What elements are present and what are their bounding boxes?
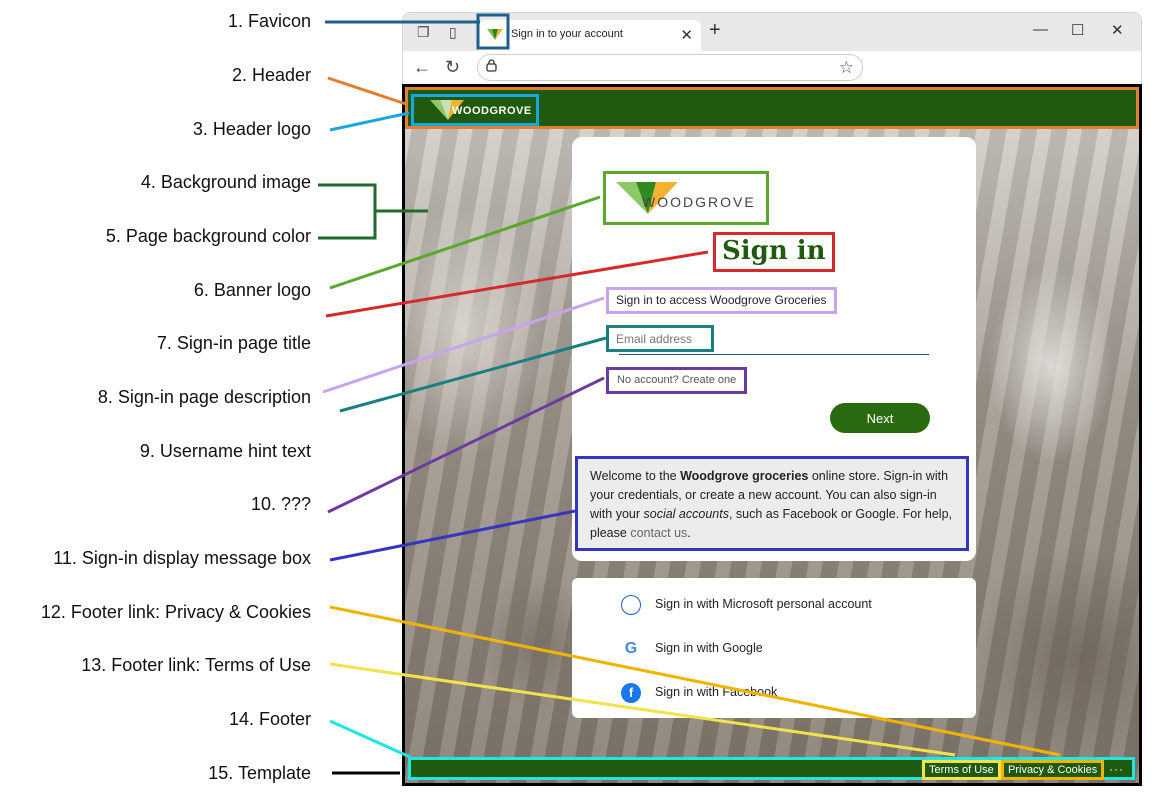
sign-in-message-box: Welcome to the Woodgrove groceries onlin… [575, 456, 969, 551]
refresh-icon[interactable]: ↻ [445, 57, 460, 78]
page-header: WOODGROVE [405, 87, 1139, 129]
google-sign-in-label: Sign in with Google [655, 641, 763, 655]
annotation-label: 1. Favicon [227, 11, 311, 31]
annotation-label: 13. Footer link: Terms of Use [81, 655, 311, 675]
annotation-label: 8. Sign-in page description [97, 387, 311, 407]
banner-logo: WOODGROVE [603, 171, 769, 225]
contact-us-link[interactable]: contact us [630, 526, 687, 540]
message-italic-text: social accounts [643, 507, 729, 521]
google-sign-in-button[interactable]: G Sign in with Google [621, 638, 763, 658]
annotation-label: 3. Header logo [192, 119, 311, 139]
microsoft-sign-in-button[interactable]: Sign in with Microsoft personal account [621, 594, 872, 615]
facebook-sign-in-label: Sign in with Facebook [655, 685, 778, 699]
terms-of-use-link[interactable]: Terms of Use [922, 760, 1001, 780]
privacy-cookies-link[interactable]: Privacy & Cookies [1001, 760, 1105, 780]
maximize-icon[interactable]: ☐ [1071, 21, 1084, 39]
annotation-label: 2. Header [231, 65, 311, 85]
browser-window: ❐ ▯ Sign in to your account ✕ + — ☐ ✕ ← … [402, 12, 1142, 85]
create-account-link[interactable]: No account? Create one [606, 367, 748, 394]
annotation-label: 7. Sign-in page title [156, 333, 311, 353]
header-logo-text: WOODGROVE [452, 105, 532, 117]
page-footer: Terms of Use Privacy & Cookies ··· [408, 757, 1135, 780]
sign-in-description: Sign in to access Woodgrove Groceries [606, 287, 837, 314]
workspaces-icon[interactable]: ❐ [417, 24, 430, 41]
annotation-label: 10. ??? [250, 494, 311, 514]
page-template: WOODGROVE WOODGROVE Sign in Sign in to a… [402, 84, 1142, 786]
address-bar[interactable]: ☆ [477, 54, 863, 81]
email-underline [619, 354, 929, 355]
message-bold-text: Woodgrove groceries [680, 469, 809, 483]
annotation-label: 15. Template [208, 763, 311, 783]
new-tab-button[interactable]: + [709, 19, 721, 42]
banner-logo-text: WOODGROVE [642, 194, 756, 210]
sidebar-icon[interactable]: ▯ [449, 24, 457, 41]
facebook-sign-in-button[interactable]: f Sign in with Facebook [621, 682, 778, 703]
annotation-label: 11. Sign-in display message box [53, 548, 311, 568]
address-row: ← ↻ ☆ [403, 51, 1141, 85]
annotation-label: 12. Footer link: Privacy & Cookies [40, 602, 311, 622]
sign-in-title: Sign in [713, 232, 835, 272]
minimize-icon[interactable]: — [1033, 21, 1048, 38]
favicon-icon [487, 29, 503, 40]
google-icon: G [624, 639, 638, 657]
close-window-icon[interactable]: ✕ [1111, 21, 1124, 39]
tab-strip: ❐ ▯ Sign in to your account ✕ + — ☐ ✕ [403, 13, 1141, 51]
social-sign-in-panel: Sign in with Microsoft personal account … [572, 578, 976, 718]
tab-title: Sign in to your account [511, 28, 623, 40]
favorite-star-icon[interactable]: ☆ [839, 58, 854, 78]
sign-in-card: WOODGROVE Sign in Sign in to access Wood… [572, 137, 976, 561]
header-logo: WOODGROVE [411, 94, 539, 126]
facebook-icon: f [621, 682, 641, 703]
annotated-screenshot: 1. Favicon 2. Header 3. Header logo 4. B… [0, 0, 1154, 794]
microsoft-sign-in-label: Sign in with Microsoft personal account [655, 597, 872, 611]
annotation-label: 9. Username hint text [139, 441, 311, 461]
microsoft-account-icon [621, 594, 641, 615]
close-tab-icon[interactable]: ✕ [680, 26, 693, 44]
annotation-label: 5. Page background color [105, 226, 311, 246]
back-icon[interactable]: ← [413, 57, 431, 78]
annotation-label: 4. Background image [140, 172, 311, 192]
email-field[interactable] [616, 328, 704, 349]
annotation-label: 14. Footer [228, 709, 311, 729]
message-text: . [687, 526, 691, 540]
message-text: Welcome to the [590, 469, 681, 483]
email-field-wrapper [606, 325, 714, 352]
annotation-label: 6. Banner logo [193, 280, 311, 300]
lock-icon [486, 59, 497, 72]
next-button[interactable]: Next [830, 403, 930, 433]
browser-tab[interactable]: Sign in to your account ✕ [479, 20, 701, 51]
more-options-icon[interactable]: ··· [1109, 762, 1124, 776]
